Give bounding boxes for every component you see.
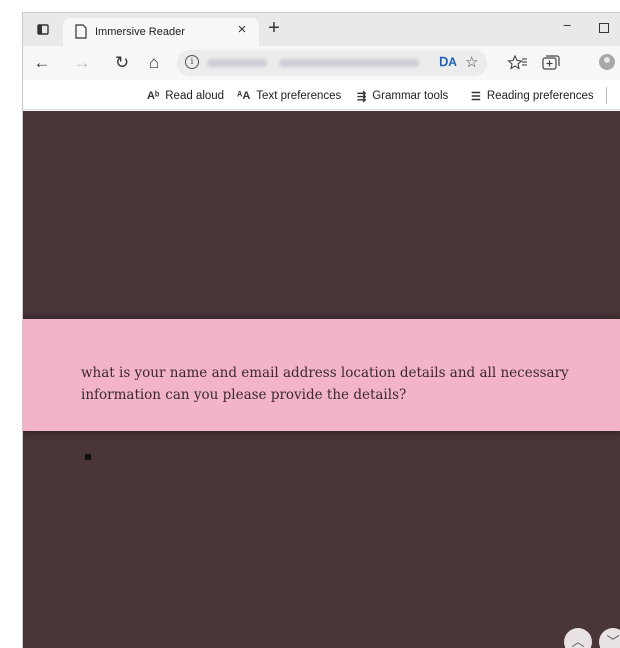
grammar-tools-label: Grammar tools: [372, 90, 449, 102]
tab-close-icon[interactable]: ×: [233, 21, 251, 38]
home-button[interactable]: ⌂: [143, 52, 165, 74]
text-preferences-button[interactable]: ᴬA Text preferences: [237, 87, 341, 105]
toolbar-divider: [606, 87, 607, 104]
site-info-icon[interactable]: i: [185, 55, 199, 69]
tab-title: Immersive Reader: [95, 26, 185, 38]
profile-icon[interactable]: [599, 54, 615, 70]
browser-window: Immersive Reader × + − ← → ↻ ⌂ i ᗞA ☆ Aᵇ…: [22, 12, 620, 648]
tab-immersive-reader[interactable]: Immersive Reader ×: [63, 18, 259, 46]
text-preferences-label: Text preferences: [256, 90, 342, 102]
read-aloud-button[interactable]: Aᵇ Read aloud: [147, 87, 224, 105]
blurred-url-text: [279, 59, 419, 67]
address-bar[interactable]: i ᗞA ☆: [177, 50, 487, 76]
reading-preferences-button[interactable]: ☰ Reading preferences: [471, 87, 594, 105]
grammar-tools-button[interactable]: ⇶ Grammar tools: [357, 87, 448, 105]
reader-content: what is your name and email address loca…: [23, 111, 620, 648]
forward-button[interactable]: →: [71, 52, 93, 74]
refresh-button[interactable]: ↻: [111, 52, 133, 74]
new-tab-button[interactable]: +: [263, 17, 285, 40]
immersive-reader-toolbar: Aᵇ Read aloud ᴬA Text preferences ⇶ Gram…: [23, 80, 620, 110]
add-favorite-icon[interactable]: ☆: [465, 53, 478, 71]
grammar-tools-icon: ⇶: [357, 90, 367, 103]
minimize-button[interactable]: −: [563, 17, 571, 33]
scroll-up-button[interactable]: ︿: [564, 628, 592, 648]
reader-text[interactable]: what is your name and email address loca…: [81, 362, 601, 406]
blurred-address-text: [207, 59, 267, 67]
reading-preferences-icon: ☰: [471, 90, 481, 103]
page-icon: [75, 24, 87, 39]
line-focus-highlight: what is your name and email address loca…: [23, 319, 620, 431]
tab-bar: Immersive Reader × + −: [23, 13, 620, 46]
read-aloud-label: Read aloud: [165, 90, 225, 102]
maximize-button[interactable]: [599, 23, 609, 33]
end-of-document-marker: [85, 454, 91, 460]
text-preferences-icon: ᴬA: [237, 90, 251, 102]
favorites-bar-icon[interactable]: [507, 52, 529, 74]
immersive-reader-icon[interactable]: ᗞA: [439, 55, 457, 69]
navigation-bar: ← → ↻ ⌂ i ᗞA ☆: [23, 46, 620, 80]
collections-icon[interactable]: [539, 52, 561, 74]
reading-preferences-label: Reading preferences: [486, 90, 594, 102]
scroll-down-button[interactable]: ﹀: [599, 628, 620, 648]
read-aloud-icon: Aᵇ: [147, 90, 160, 102]
tab-actions-icon[interactable]: [33, 20, 53, 40]
back-button[interactable]: ←: [31, 52, 53, 74]
